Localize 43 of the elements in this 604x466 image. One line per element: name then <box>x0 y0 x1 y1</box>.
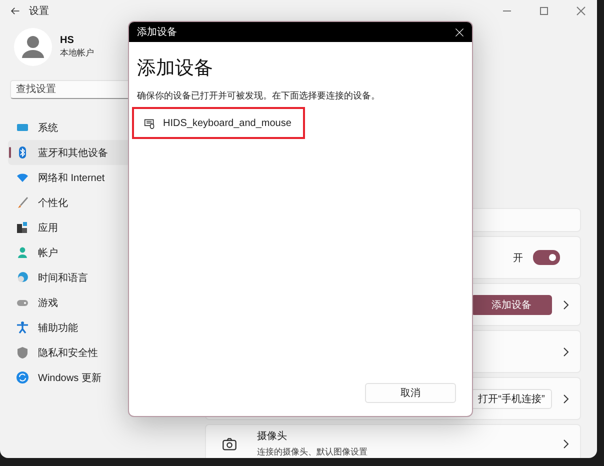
account-type: 本地帐户 <box>60 47 94 58</box>
chevron-icon <box>562 394 570 404</box>
chevron-icon <box>562 346 570 356</box>
cancel-button[interactable]: 取消 <box>365 383 456 403</box>
dialog-heading: 添加设备 <box>137 57 214 81</box>
nav-icon <box>16 146 29 159</box>
toggle-switch[interactable] <box>533 250 560 265</box>
nav-icon <box>16 321 29 334</box>
user-name: HS <box>60 34 75 46</box>
nav-icon <box>16 246 29 259</box>
nav-item[interactable]: 帐户 <box>8 240 134 265</box>
nav-item[interactable]: 系统 <box>8 115 134 140</box>
device-item[interactable]: HIDS_keyboard_and_mouse <box>132 107 306 139</box>
window-title: 设置 <box>29 4 50 18</box>
nav-icon <box>16 221 29 234</box>
toggle-state-label: 开 <box>513 252 523 264</box>
close-icon[interactable] <box>455 28 464 36</box>
card-title: 摄像头 <box>257 430 288 443</box>
chevron-icon <box>562 439 570 449</box>
nav-item[interactable]: 时间和语言 <box>8 265 134 290</box>
dialog-title: 添加设备 <box>137 26 177 39</box>
nav-icon <box>16 121 29 134</box>
camera-icon <box>222 436 237 452</box>
nav-item[interactable]: 网络和 Internet <box>8 165 134 190</box>
nav-icon <box>16 171 29 184</box>
nav-item[interactable]: 个性化 <box>8 190 134 215</box>
settings-card[interactable]: 摄像头 连接的摄像头、默认图像设置 <box>205 424 581 458</box>
keyboard-mouse-icon <box>144 118 155 128</box>
card-subtitle: 连接的摄像头、默认图像设置 <box>257 446 368 458</box>
avatar-icon <box>14 28 52 66</box>
nav-item[interactable]: 应用 <box>8 215 134 240</box>
nav-item[interactable]: 游戏 <box>8 290 134 315</box>
nav-item[interactable]: 辅助功能 <box>8 315 134 340</box>
chevron-icon <box>562 300 570 310</box>
nav-icon <box>16 371 29 384</box>
nav-icon <box>16 346 29 359</box>
open-app-button[interactable]: 打开“手机连接” <box>471 388 552 408</box>
nav-item[interactable]: Windows 更新 <box>8 365 134 390</box>
nav-icon <box>16 196 29 209</box>
nav-icon <box>16 271 29 284</box>
nav-item[interactable]: 隐私和安全性 <box>8 340 134 365</box>
back-arrow-icon[interactable] <box>10 6 20 16</box>
add-device-button[interactable]: 添加设备 <box>471 294 552 314</box>
